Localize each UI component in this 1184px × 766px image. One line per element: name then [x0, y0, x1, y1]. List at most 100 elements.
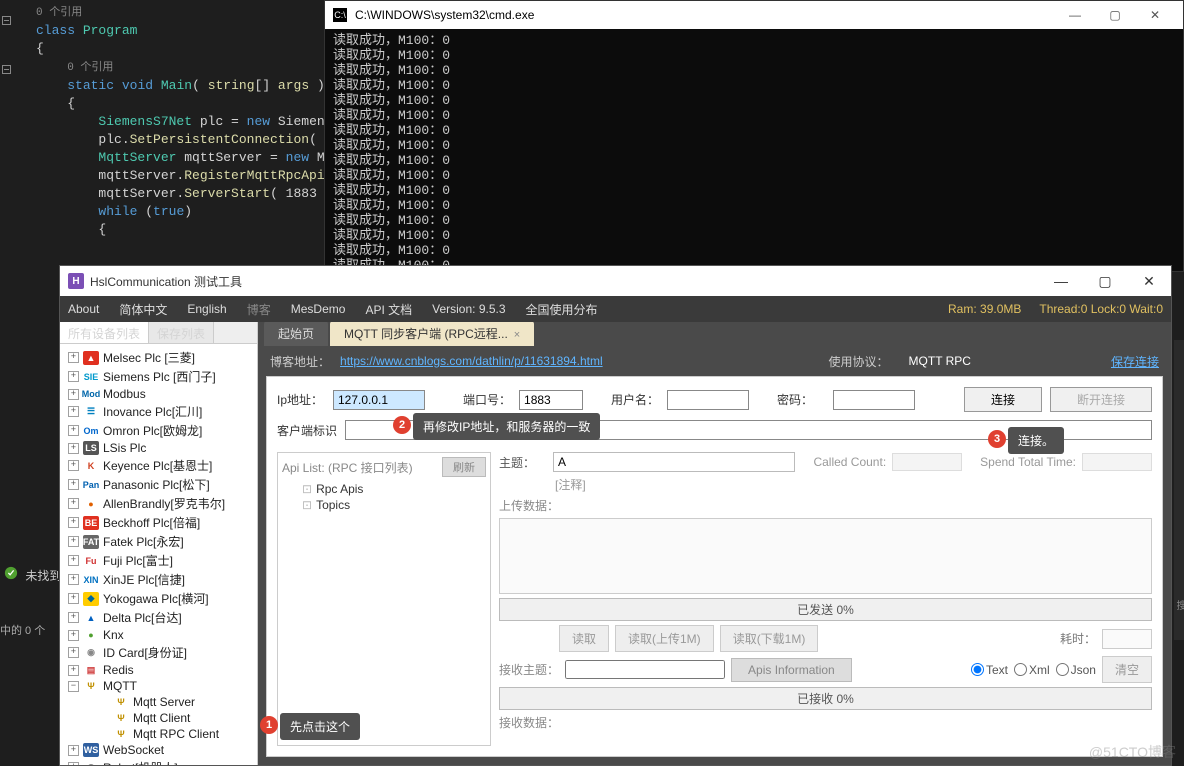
callout-1: 先点击这个 — [280, 713, 360, 740]
minimize-button[interactable]: — — [1055, 1, 1095, 29]
disconnect-button: 断开连接 — [1050, 387, 1152, 412]
device-node[interactable]: +▤Redis — [60, 662, 257, 678]
tab-start[interactable]: 起始页 — [264, 322, 328, 346]
close-tab-icon[interactable]: × — [514, 329, 520, 341]
callout-2: 再修改IP地址，和服务器的一致 — [413, 413, 600, 440]
tab-saved-list[interactable]: 保存列表 — [149, 322, 214, 343]
device-node[interactable]: +OmOmron Plc[欧姆龙] — [60, 421, 257, 440]
connect-button[interactable]: 连接 — [964, 387, 1042, 412]
api-item[interactable]: ⊡Rpc Apis — [282, 481, 486, 497]
topic-input[interactable] — [553, 452, 795, 472]
device-node[interactable]: ΨMqtt Client — [60, 710, 257, 726]
device-node[interactable]: +●Knx — [60, 627, 257, 643]
radio-json[interactable]: Json — [1056, 663, 1096, 677]
radio-xml[interactable]: Xml — [1014, 663, 1050, 677]
time-label: 耗时： — [1060, 630, 1096, 647]
pwd-input[interactable] — [833, 390, 915, 410]
note-label: [注释] — [555, 476, 586, 493]
cmd-output: 读取成功，M100：0读取成功，M100：0读取成功，M100：0读取成功，M1… — [325, 29, 1183, 277]
tab-mqtt-rpc[interactable]: MQTT 同步客户端 (RPC远程...× — [330, 322, 534, 346]
hsl-menubar: About 简体中文 English 博客 MesDemo API 文档 Ver… — [60, 296, 1171, 322]
code-ref: 0 个引用 — [36, 4, 325, 22]
menu-mes[interactable]: MesDemo — [291, 302, 346, 316]
side-strip: 搜 — [1174, 340, 1184, 640]
watermark: @51CTO博客 — [1089, 742, 1176, 762]
time-box — [1102, 629, 1152, 649]
apis-info-button[interactable]: Apis Information — [731, 658, 852, 682]
device-node[interactable]: +LSLSis Plc — [60, 440, 257, 456]
menu-blog[interactable]: 博客 — [247, 301, 271, 318]
hsl-title: HslCommunication 测试工具 — [90, 273, 242, 290]
api-item[interactable]: ⊡Topics — [282, 497, 486, 513]
hsl-titlebar[interactable]: H HslCommunication 测试工具 — ▢ ✕ — [60, 266, 1171, 296]
recv-topic-label: 接收主题： — [499, 661, 559, 678]
pwd-label: 密码： — [777, 391, 825, 408]
menu-api[interactable]: API 文档 — [365, 301, 412, 318]
device-node[interactable]: +XINXinJE Plc[信捷] — [60, 570, 257, 589]
menu-cn[interactable]: 简体中文 — [119, 301, 167, 318]
api-head-label: Api List: (RPC 接口列表) — [282, 459, 413, 476]
device-node[interactable]: +◉ID Card[身份证] — [60, 643, 257, 662]
device-node[interactable]: −ΨMQTT — [60, 678, 257, 694]
device-node[interactable]: +BEBeckhoff Plc[倍福] — [60, 513, 257, 532]
cmd-icon: C:\ — [333, 8, 347, 22]
device-node[interactable]: +●AllenBrandly[罗克韦尔] — [60, 494, 257, 513]
proto-label: 使用协议： — [829, 353, 889, 370]
callout-badge-3: 3 — [988, 430, 1006, 448]
status-threads: Thread:0 Lock:0 Wait:0 — [1039, 302, 1163, 316]
device-node[interactable]: +KKeyence Plc[基恩士] — [60, 456, 257, 475]
device-node[interactable]: +☰Inovance Plc[汇川] — [60, 402, 257, 421]
hsl-window: H HslCommunication 测试工具 — ▢ ✕ About 简体中文… — [59, 265, 1172, 766]
ip-input[interactable] — [333, 390, 425, 410]
called-count-box — [892, 453, 962, 471]
device-node[interactable]: +PanPanasonic Plc[松下] — [60, 475, 257, 494]
read-download-button[interactable]: 读取(下载1M) — [720, 625, 819, 652]
close-button[interactable]: ✕ — [1135, 1, 1175, 29]
api-tree[interactable]: ⊡Rpc Apis⊡Topics — [282, 481, 486, 741]
device-node[interactable]: +FATFatek Plc[永宏] — [60, 532, 257, 551]
upload-textarea[interactable] — [499, 518, 1152, 594]
callout-badge-1: 1 — [260, 716, 278, 734]
blog-url-link[interactable]: https://www.cnblogs.com/dathlin/p/116318… — [340, 354, 603, 368]
api-panel: Api List: (RPC 接口列表) 刷新 ⊡Rpc Apis⊡Topics — [277, 452, 491, 746]
device-node[interactable]: +▲Delta Plc[台达] — [60, 608, 257, 627]
device-node[interactable]: +ModModbus — [60, 386, 257, 402]
device-node[interactable]: +◎Robot[机器人] — [60, 758, 257, 765]
read-upload-button[interactable]: 读取(上传1M) — [615, 625, 714, 652]
port-input[interactable] — [519, 390, 583, 410]
maximize-button[interactable]: ▢ — [1083, 266, 1127, 296]
device-node[interactable]: +SIESiemens Plc [西门子] — [60, 367, 257, 386]
found-count: 中的 0 个 — [0, 622, 45, 638]
menu-en[interactable]: English — [187, 302, 226, 316]
called-count-label: Called Count: — [813, 455, 886, 469]
device-node[interactable]: ΨMqtt RPC Client — [60, 726, 257, 742]
read-button[interactable]: 读取 — [559, 625, 609, 652]
menu-about[interactable]: About — [68, 302, 99, 316]
port-label: 端口号： — [463, 391, 511, 408]
device-tree[interactable]: +▲Melsec Plc [三菱]+SIESiemens Plc [西门子]+M… — [60, 344, 257, 765]
spend-time-box — [1082, 453, 1152, 471]
minimize-button[interactable]: — — [1039, 266, 1083, 296]
sent-progress: 已发送 0% — [499, 598, 1152, 621]
save-conn-link[interactable]: 保存连接 — [1111, 353, 1159, 370]
recv-progress: 已接收 0% — [499, 687, 1152, 710]
device-node[interactable]: +WSWebSocket — [60, 742, 257, 758]
recv-topic-input[interactable] — [565, 660, 725, 679]
device-node[interactable]: +FuFuji Plc[富士] — [60, 551, 257, 570]
device-node[interactable]: +▲Melsec Plc [三菱] — [60, 348, 257, 367]
cmd-titlebar[interactable]: C:\ C:\WINDOWS\system32\cmd.exe — ▢ ✕ — [325, 1, 1183, 29]
device-node[interactable]: +◆Yokogawa Plc[横河] — [60, 589, 257, 608]
user-label: 用户名： — [611, 391, 659, 408]
maximize-button[interactable]: ▢ — [1095, 1, 1135, 29]
clear-button[interactable]: 清空 — [1102, 656, 1152, 683]
tab-all-devices[interactable]: 所有设备列表 — [60, 322, 149, 343]
user-input[interactable] — [667, 390, 749, 410]
fold-minus-icon[interactable] — [2, 16, 11, 25]
menu-dist[interactable]: 全国使用分布 — [526, 301, 598, 318]
device-panel: 所有设备列表 保存列表 +▲Melsec Plc [三菱]+SIESiemens… — [60, 322, 258, 765]
refresh-button[interactable]: 刷新 — [442, 457, 486, 477]
radio-text[interactable]: Text — [971, 663, 1008, 677]
device-node[interactable]: ΨMqtt Server — [60, 694, 257, 710]
close-button[interactable]: ✕ — [1127, 266, 1171, 296]
fold-minus-icon[interactable] — [2, 65, 11, 74]
